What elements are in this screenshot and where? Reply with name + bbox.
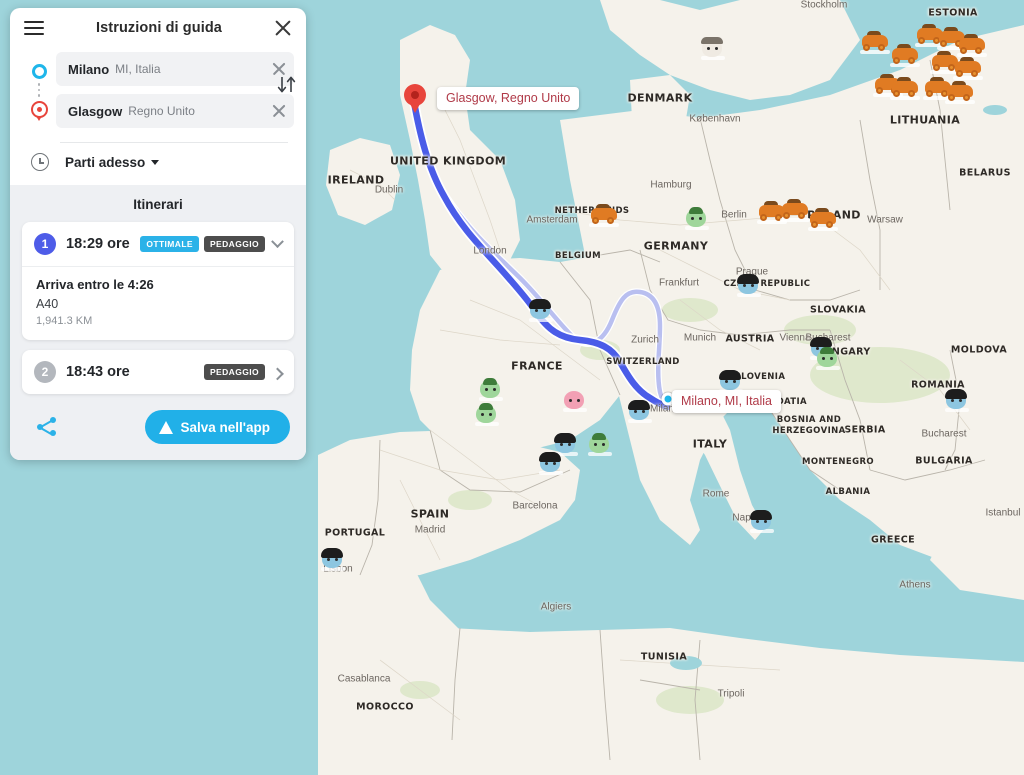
- route-1-collapse-chevron-icon[interactable]: [271, 234, 284, 248]
- endpoint-markers-column: [22, 52, 56, 136]
- route-endpoints: Milano MI, Italia Glasgow Regno Unito: [10, 48, 306, 136]
- destination-name: Glasgow: [68, 103, 123, 119]
- origin-dot-icon: [31, 64, 47, 79]
- chevron-down-icon: [151, 159, 160, 165]
- route-2-duration: 18:43 ore: [66, 364, 130, 380]
- badge-optimal: OTTIMALE: [140, 236, 199, 252]
- route-2-expand-chevron-icon[interactable]: [271, 367, 284, 380]
- endpoint-fields: Milano MI, Italia Glasgow Regno Unito: [56, 52, 294, 136]
- swap-arrows-icon: [277, 76, 296, 93]
- route-1-duration: 18:29 ore: [66, 236, 130, 252]
- badge-toll: PEDAGGIO: [203, 236, 265, 252]
- origin-name: Milano: [68, 61, 110, 77]
- panel-footer: Salva nell'app: [22, 404, 294, 446]
- route-1-details: Arriva entro le 4:26 A40 1,941.3 KM: [22, 266, 294, 340]
- route-2-header[interactable]: 2 18:43 ore PEDAGGIO: [22, 350, 294, 394]
- clock-icon: [31, 153, 49, 171]
- badge-toll: PEDAGGIO: [203, 364, 265, 380]
- route-1-number: 1: [34, 233, 56, 255]
- destination-subtitle: Regno Unito: [128, 104, 195, 118]
- origin-place-label: Milano, MI, Italia: [672, 390, 782, 413]
- route-1-header[interactable]: 1 18:29 ore OTTIMALE PEDAGGIO: [22, 222, 294, 266]
- clear-destination-icon[interactable]: [272, 104, 286, 118]
- departure-time-selector[interactable]: Parti adesso: [10, 143, 306, 185]
- departure-label: Parti adesso: [65, 154, 146, 170]
- panel-title: Istruzioni di guida: [96, 20, 222, 36]
- panel-header: Istruzioni di guida: [10, 8, 306, 48]
- route-1-via: A40: [36, 297, 59, 311]
- route-2-badges: PEDAGGIO: [203, 364, 265, 380]
- swap-endpoints-button[interactable]: [272, 70, 302, 100]
- save-to-app-button[interactable]: Salva nell'app: [144, 410, 290, 444]
- origin-subtitle: MI, Italia: [115, 62, 161, 76]
- origin-input[interactable]: Milano MI, Italia: [56, 52, 294, 86]
- directions-panel: Istruzioni di guida Milano MI, Italia Gl…: [10, 8, 306, 460]
- save-to-app-label: Salva nell'app: [180, 419, 271, 435]
- share-icon[interactable]: [36, 416, 58, 438]
- destination-input[interactable]: Glasgow Regno Unito: [56, 94, 294, 128]
- close-icon[interactable]: [274, 19, 292, 37]
- route-1-distance: 1,941.3 KM: [36, 315, 93, 327]
- app-root: .land { fill:#f5f2eb; } .border { fill:n…: [0, 0, 1024, 775]
- route-1-badges: OTTIMALE PEDAGGIO: [140, 236, 265, 252]
- route-option-2[interactable]: 2 18:43 ore PEDAGGIO: [22, 350, 294, 394]
- route-2-number: 2: [34, 361, 56, 383]
- destination-place-label: Glasgow, Regno Unito: [437, 87, 580, 110]
- destination-pin-icon: [30, 101, 48, 121]
- endpoint-connector-icon: [22, 79, 56, 101]
- route-1-arrival: Arriva entro le 4:26: [36, 277, 154, 292]
- hamburger-menu-icon[interactable]: [24, 17, 44, 39]
- route-option-1[interactable]: 1 18:29 ore OTTIMALE PEDAGGIO Arriva ent…: [22, 222, 294, 340]
- itineraries-title: Itinerari: [133, 197, 183, 212]
- navigation-arrow-icon: [158, 420, 173, 434]
- itineraries-section: Itinerari 1 18:29 ore OTTIMALE PEDAGGIO …: [10, 185, 306, 460]
- destination-pin[interactable]: [404, 84, 426, 113]
